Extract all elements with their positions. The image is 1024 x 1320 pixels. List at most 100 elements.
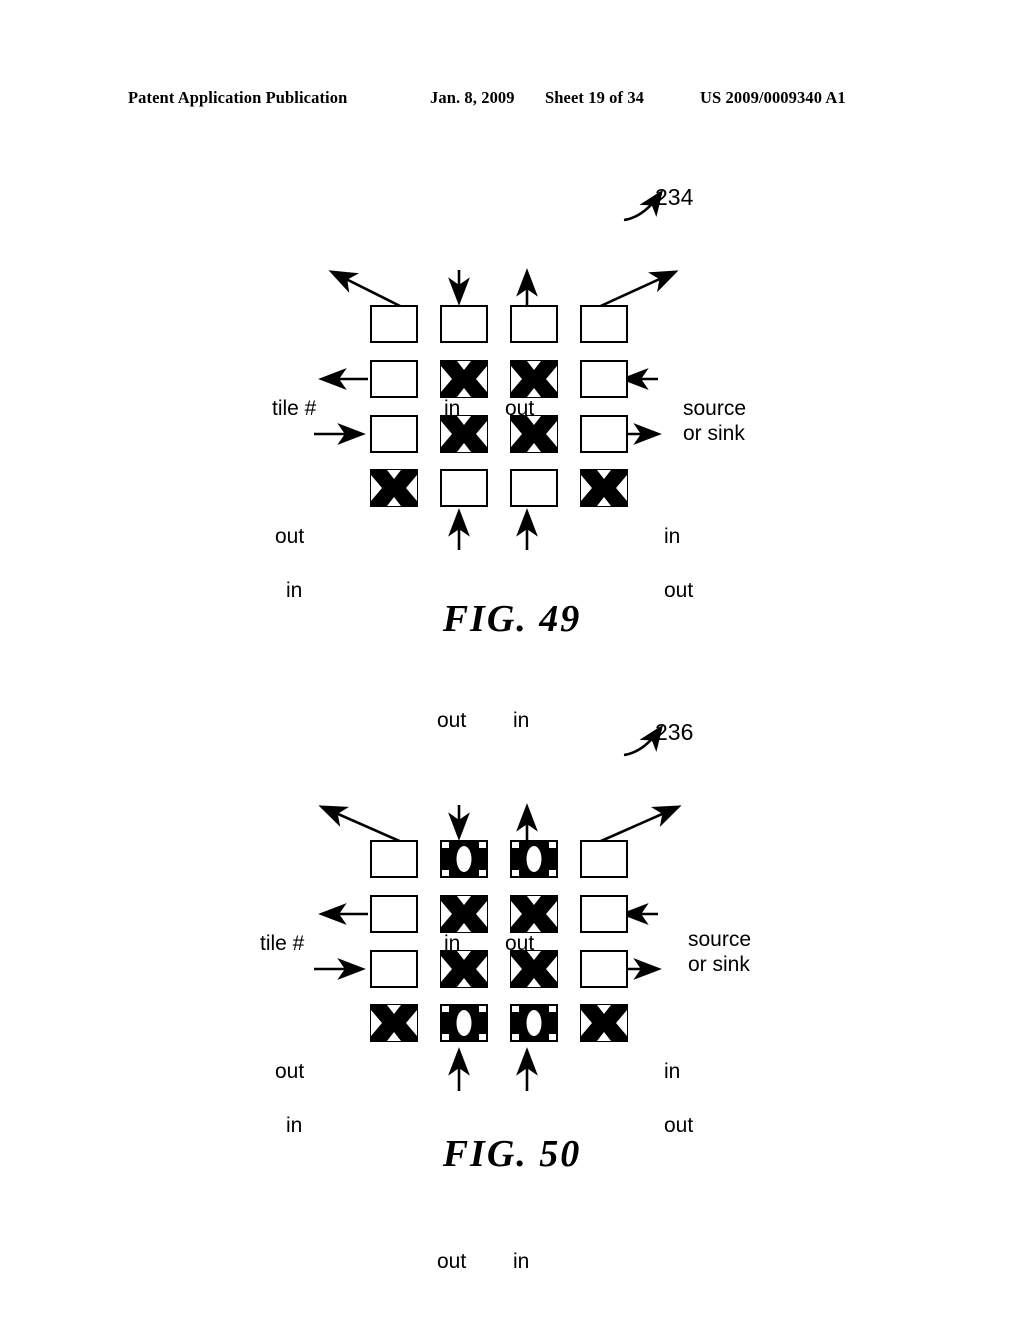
x-notch-bottom	[387, 497, 401, 506]
x-notch-left	[441, 421, 452, 447]
x-notch-right	[616, 1010, 627, 1036]
grid-cell-r2c2-x[interactable]	[510, 950, 558, 988]
grid-cell-r2c1-x[interactable]	[440, 950, 488, 988]
x-notch-top	[527, 896, 541, 905]
x-notch-bottom	[457, 388, 471, 397]
x-notch-left	[441, 901, 452, 927]
grid-cell-r1c1-x[interactable]	[440, 360, 488, 398]
grid-cell-r3c0-x[interactable]	[370, 1004, 418, 1042]
x-notch-right	[476, 956, 487, 982]
tile-grid	[370, 305, 628, 523]
x-notch-bottom	[457, 978, 471, 987]
x-notch-top	[457, 361, 471, 370]
x-notch-top	[527, 416, 541, 425]
header-sheet-text: Sheet 19 of 34	[545, 88, 645, 107]
grid-cell-r0c1-empty[interactable]	[440, 305, 488, 343]
figure-caption: FIG. 49	[442, 598, 582, 640]
figure-50: 236 tile # in out source or sink out in …	[0, 695, 1024, 1273]
grid-cell-r1c2-x[interactable]	[510, 360, 558, 398]
grid-cell-r2c3-empty[interactable]	[580, 415, 628, 453]
grid-cell-r3c2-o[interactable]	[510, 1004, 558, 1042]
grid-cell-r1c2-x[interactable]	[510, 895, 558, 933]
x-notch-left	[371, 1010, 382, 1036]
label-in-bottom: in	[513, 1250, 530, 1273]
x-notch-left	[371, 475, 382, 501]
grid-cell-r0c0-empty[interactable]	[370, 305, 418, 343]
o-corner-br	[479, 870, 486, 876]
o-corner-tr	[549, 1006, 556, 1012]
x-notch-top	[457, 951, 471, 960]
label-out-bottom: out	[437, 1250, 467, 1273]
grid-cell-r2c3-empty[interactable]	[580, 950, 628, 988]
grid-cell-r2c1-x[interactable]	[440, 415, 488, 453]
grid-cell-r1c0-empty[interactable]	[370, 360, 418, 398]
grid-cell-r2c0-empty[interactable]	[370, 950, 418, 988]
x-notch-right	[546, 901, 557, 927]
o-hole	[526, 846, 542, 872]
x-notch-left	[581, 475, 592, 501]
x-notch-left	[581, 1010, 592, 1036]
grid-cell-r1c0-empty[interactable]	[370, 895, 418, 933]
x-notch-bottom	[527, 388, 541, 397]
grid-cell-r3c1-o[interactable]	[440, 1004, 488, 1042]
o-corner-br	[479, 1034, 486, 1040]
o-corner-tr	[549, 842, 556, 848]
tile-grid	[370, 840, 628, 1058]
x-notch-right	[476, 901, 487, 927]
grid-cell-r3c3-x[interactable]	[580, 469, 628, 507]
x-notch-bottom	[527, 978, 541, 987]
o-corner-tl	[442, 1006, 449, 1012]
grid-cell-r1c1-x[interactable]	[440, 895, 488, 933]
x-notch-top	[597, 470, 611, 479]
o-corner-br	[549, 1034, 556, 1040]
grid-cell-r0c3-empty[interactable]	[580, 840, 628, 878]
grid-cell-r0c1-o[interactable]	[440, 840, 488, 878]
grid-cell-r3c2-empty[interactable]	[510, 469, 558, 507]
grid-cell-r3c1-empty[interactable]	[440, 469, 488, 507]
x-notch-bottom	[527, 443, 541, 452]
grid-cell-r0c0-empty[interactable]	[370, 840, 418, 878]
x-notch-right	[406, 1010, 417, 1036]
x-notch-right	[476, 421, 487, 447]
x-notch-top	[387, 1005, 401, 1014]
x-notch-left	[511, 901, 522, 927]
header-publication-number-text: US 2009/0009340 A1	[700, 88, 846, 107]
x-notch-top	[527, 951, 541, 960]
x-notch-left	[441, 366, 452, 392]
grid-cell-r0c2-empty[interactable]	[510, 305, 558, 343]
x-notch-right	[616, 475, 627, 501]
x-notch-left	[511, 421, 522, 447]
x-notch-bottom	[597, 497, 611, 506]
x-notch-top	[527, 361, 541, 370]
x-notch-right	[546, 366, 557, 392]
x-notch-bottom	[387, 1032, 401, 1041]
o-hole	[526, 1010, 542, 1036]
grid-cell-r0c3-empty[interactable]	[580, 305, 628, 343]
grid-cell-r1c3-empty[interactable]	[580, 360, 628, 398]
o-hole	[456, 846, 472, 872]
figure-caption: FIG. 50	[442, 1133, 582, 1175]
o-corner-br	[549, 870, 556, 876]
grid-cell-r3c0-x[interactable]	[370, 469, 418, 507]
grid-cell-r3c3-x[interactable]	[580, 1004, 628, 1042]
grid-cell-r2c0-empty[interactable]	[370, 415, 418, 453]
grid-cell-r2c2-x[interactable]	[510, 415, 558, 453]
o-corner-bl	[442, 1034, 449, 1040]
o-corner-tl	[442, 842, 449, 848]
x-notch-bottom	[457, 923, 471, 932]
x-notch-right	[546, 956, 557, 982]
o-corner-tr	[479, 1006, 486, 1012]
o-corner-tl	[512, 842, 519, 848]
x-notch-bottom	[597, 1032, 611, 1041]
x-notch-right	[406, 475, 417, 501]
grid-cell-r0c2-o[interactable]	[510, 840, 558, 878]
x-notch-top	[387, 470, 401, 479]
x-notch-top	[457, 896, 471, 905]
x-notch-top	[597, 1005, 611, 1014]
o-corner-bl	[512, 1034, 519, 1040]
x-notch-top	[457, 416, 471, 425]
page-header: Patent Application Publication Jan. 8, 2…	[0, 88, 1024, 112]
x-notch-bottom	[457, 443, 471, 452]
grid-cell-r1c3-empty[interactable]	[580, 895, 628, 933]
x-notch-right	[476, 366, 487, 392]
